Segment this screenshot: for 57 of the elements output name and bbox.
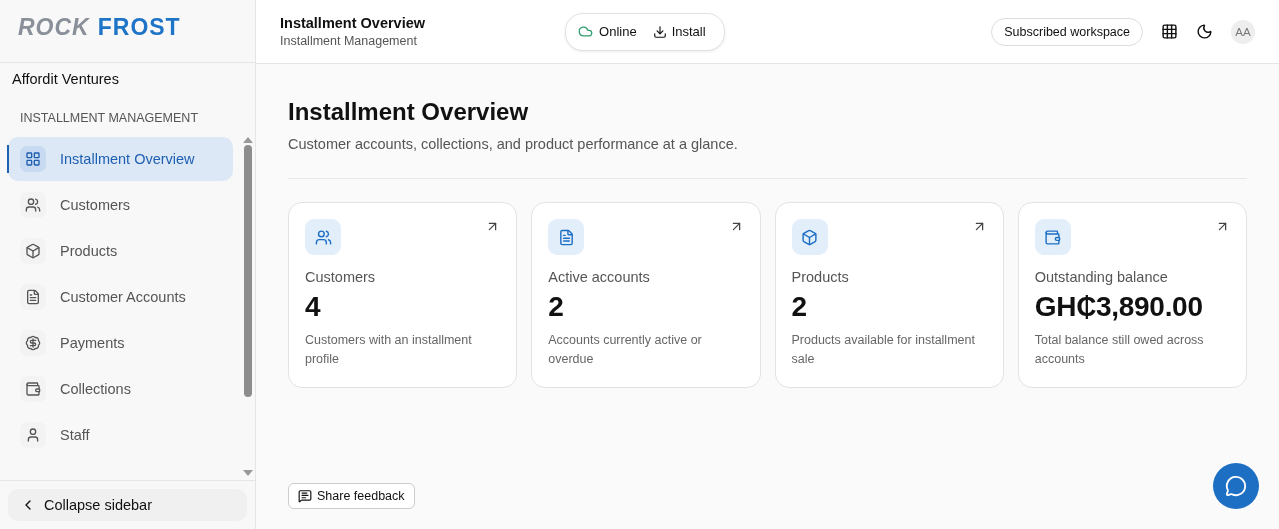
share-feedback-button[interactable]: Share feedback (288, 483, 415, 509)
wallet-icon (20, 376, 46, 402)
collapse-sidebar-button[interactable]: Collapse sidebar (8, 489, 247, 521)
sidebar-item[interactable]: Installment Overview (8, 137, 233, 181)
box-icon (791, 219, 828, 255)
logo-text: ROCK (18, 14, 90, 41)
feedback-icon (298, 489, 312, 503)
stat-value: 2 (791, 291, 808, 323)
header-subtitle: Installment Management (280, 34, 418, 48)
section-heading: INSTALLMENT MANAGEMENT (19, 110, 200, 127)
cloud-icon (578, 24, 594, 39)
grid-icon[interactable] (1161, 23, 1178, 40)
user-icon (20, 422, 46, 448)
users-icon (20, 192, 46, 218)
stat-value: GH₵3,890.00 (1034, 291, 1204, 323)
grid-icon (20, 146, 46, 172)
sidebar-item[interactable]: Customers (8, 183, 233, 227)
online-status: Online (599, 24, 637, 39)
sidebar-item[interactable]: Collections (8, 367, 233, 411)
stat-description: Customers with an installment profile (305, 332, 473, 368)
chat-button[interactable] (1213, 463, 1259, 509)
stat-value: 2 (548, 291, 565, 323)
dollar-icon (20, 330, 46, 356)
logo-text: FROST (97, 14, 181, 41)
stat-card[interactable]: Active accounts 2 Accounts currently active or overdue (531, 202, 761, 388)
scrollbar-thumb[interactable] (244, 145, 252, 397)
page-subtitle: Customer accounts, collections, and product performance at a glance. (288, 136, 1247, 179)
stat-card[interactable]: Outstanding balance GH₵3,890.00 Total balance still owed across accounts (1017, 202, 1247, 388)
stat-value: 4 (305, 291, 322, 323)
stat-card[interactable]: Customers 4 Customers with an installment profile (288, 202, 518, 388)
stat-description: Products available for installment sale (791, 332, 976, 368)
stat-label: Products (791, 269, 850, 285)
wallet-icon (1034, 219, 1071, 255)
moon-icon[interactable] (1196, 23, 1213, 40)
stat-description: Total balance still owed across accounts (1034, 332, 1205, 368)
install-button[interactable]: Install (652, 24, 706, 39)
download-icon (652, 24, 667, 39)
users-icon (305, 219, 341, 255)
stat-card[interactable]: Products 2 Products available for installment sale (774, 202, 1004, 388)
scroll-down-arrow[interactable] (243, 470, 253, 476)
workspace-name: Affordit Ventures (11, 70, 120, 87)
sidebar-item[interactable]: Products (8, 229, 233, 273)
header-title: Installment Overview (280, 15, 426, 31)
stat-label: Customers (305, 269, 377, 285)
box-icon (20, 238, 46, 264)
workspace-badge: Subscribed workspace (991, 17, 1143, 46)
chat-icon (1225, 475, 1247, 497)
document-icon (548, 219, 585, 255)
page-title: Installment Overview (288, 98, 530, 126)
sidebar-item[interactable]: Payments (8, 321, 233, 365)
stat-label: Active accounts (548, 269, 651, 285)
stat-description: Accounts currently active or overdue (548, 332, 703, 368)
user-avatar[interactable]: AA (1231, 19, 1255, 44)
sidebar-item[interactable]: Customer Accounts (8, 275, 233, 319)
document-icon (20, 284, 46, 310)
stat-label: Outstanding balance (1034, 269, 1169, 285)
sidebar-item[interactable]: Staff (8, 413, 233, 457)
